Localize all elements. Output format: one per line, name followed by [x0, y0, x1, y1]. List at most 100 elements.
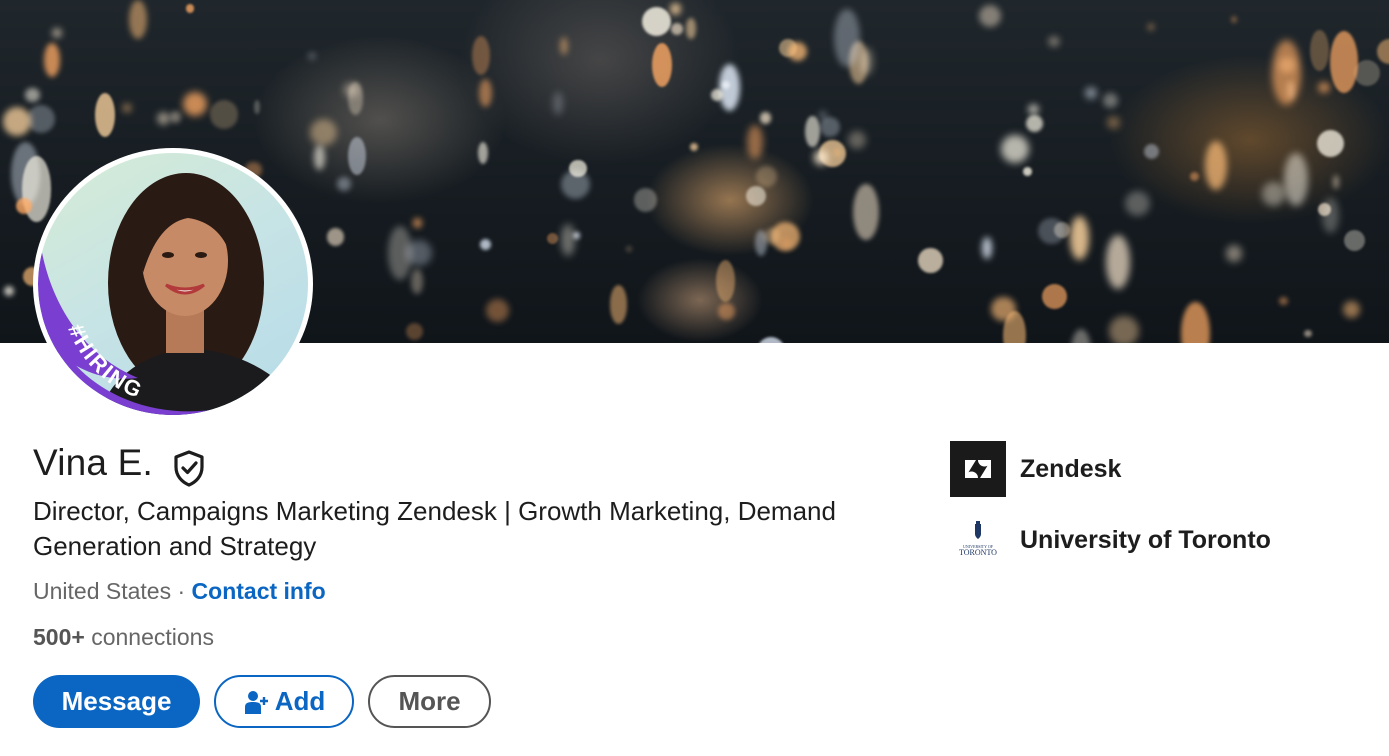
bokeh-light [805, 115, 820, 147]
bokeh-light [560, 223, 576, 256]
bokeh-light [1001, 134, 1030, 163]
bokeh-light [310, 119, 338, 147]
bokeh-light [348, 82, 363, 115]
bokeh-light [337, 177, 351, 191]
hiring-frame: #HIRING [38, 173, 308, 415]
bokeh-light [1109, 316, 1139, 343]
connections-count[interactable]: 500+ connections [33, 624, 214, 651]
bokeh-light [94, 92, 115, 137]
bokeh-light [982, 237, 992, 259]
bokeh-light [1069, 215, 1090, 260]
bokeh-light [1376, 38, 1389, 64]
bokeh-light [1343, 230, 1365, 252]
profile-photo[interactable]: #HIRING [33, 148, 313, 420]
add-connection-button[interactable]: Add [214, 675, 354, 728]
bokeh-light [2, 107, 32, 137]
connections-number: 500+ [33, 624, 85, 650]
bokeh-light [405, 239, 433, 266]
company-name: Zendesk [1020, 454, 1122, 483]
bokeh-light [44, 43, 60, 78]
profile-headline: Director, Campaigns Marketing Zendesk | … [33, 496, 836, 561]
bokeh-light [609, 285, 628, 325]
bokeh-light [478, 141, 489, 165]
bokeh-light [405, 323, 423, 341]
bokeh-light [486, 299, 509, 322]
bokeh-light [560, 37, 569, 55]
zendesk-logo-icon [950, 441, 1006, 497]
bokeh-light [1204, 140, 1228, 191]
bokeh-light [689, 142, 699, 152]
bokeh-light [1261, 182, 1286, 206]
bokeh-light [546, 233, 558, 245]
contact-info-link[interactable]: Contact info [192, 578, 326, 604]
bokeh-light [51, 27, 62, 38]
bokeh-light [479, 78, 492, 107]
separator-dot: · [177, 578, 186, 604]
bokeh-light [1304, 329, 1312, 337]
more-button[interactable]: More [368, 675, 491, 728]
bokeh-light [156, 111, 171, 126]
bokeh-light [479, 239, 491, 251]
bokeh-light [183, 91, 207, 116]
bokeh-light [833, 149, 841, 157]
bokeh-light [1022, 167, 1032, 177]
bokeh-light [1085, 86, 1098, 99]
profile-name: Vina E. [33, 442, 154, 483]
bokeh-light [122, 103, 131, 113]
bokeh-light [1147, 23, 1156, 32]
bokeh-light [670, 22, 683, 35]
location-line: United States · Contact info [33, 578, 326, 605]
bokeh-light [472, 35, 490, 75]
verified-shield-icon[interactable] [172, 449, 206, 487]
bokeh-light [746, 186, 767, 207]
bokeh-light [1070, 329, 1091, 343]
bokeh-light [1225, 245, 1243, 263]
bokeh-light [1317, 81, 1330, 94]
add-person-icon [244, 690, 268, 714]
bokeh-light [4, 286, 15, 297]
bokeh-light [718, 63, 741, 112]
bokeh-light [1003, 311, 1026, 343]
bokeh-light [747, 124, 763, 160]
bokeh-light [1322, 197, 1339, 234]
bokeh-light [348, 136, 366, 176]
bokeh-light [818, 111, 828, 120]
bokeh-light [1107, 115, 1121, 130]
location-text: United States [33, 578, 172, 604]
bokeh-light [756, 165, 778, 187]
bokeh-light [1279, 296, 1288, 306]
bokeh-light [1181, 302, 1210, 343]
bokeh-light [1309, 30, 1329, 72]
bokeh-light [185, 4, 194, 13]
bokeh-light [308, 52, 316, 60]
bokeh-light [1042, 283, 1068, 310]
bokeh-light [686, 17, 696, 39]
bokeh-light [641, 6, 672, 37]
current-company-zendesk[interactable]: Zendesk [950, 441, 1121, 497]
bokeh-light [1332, 174, 1340, 190]
bokeh-light [1189, 171, 1199, 181]
add-button-label: Add [274, 686, 326, 716]
bokeh-light [411, 268, 423, 295]
bokeh-light [860, 48, 873, 76]
connections-label: connections [91, 624, 214, 650]
bokeh-light [853, 183, 879, 240]
bokeh-light [1230, 16, 1238, 23]
bokeh-light [1027, 103, 1040, 116]
bokeh-light [1038, 217, 1065, 245]
svg-text:TORONTO: TORONTO [959, 548, 997, 557]
bokeh-light [783, 240, 790, 247]
bokeh-light [326, 228, 345, 247]
bokeh-light [651, 42, 672, 87]
bokeh-light [716, 259, 736, 303]
bokeh-light [757, 336, 786, 343]
bokeh-light [169, 110, 182, 123]
profile-photo-image: #HIRING [38, 153, 308, 415]
bokeh-light [1026, 114, 1044, 132]
bokeh-light [25, 88, 40, 103]
bokeh-light [1271, 39, 1302, 105]
more-button-label: More [398, 686, 461, 716]
bokeh-light [313, 144, 326, 170]
message-button[interactable]: Message [33, 675, 200, 728]
education-university-of-toronto[interactable]: UNIVERSITY OF TORONTO University of Toro… [950, 512, 1271, 568]
